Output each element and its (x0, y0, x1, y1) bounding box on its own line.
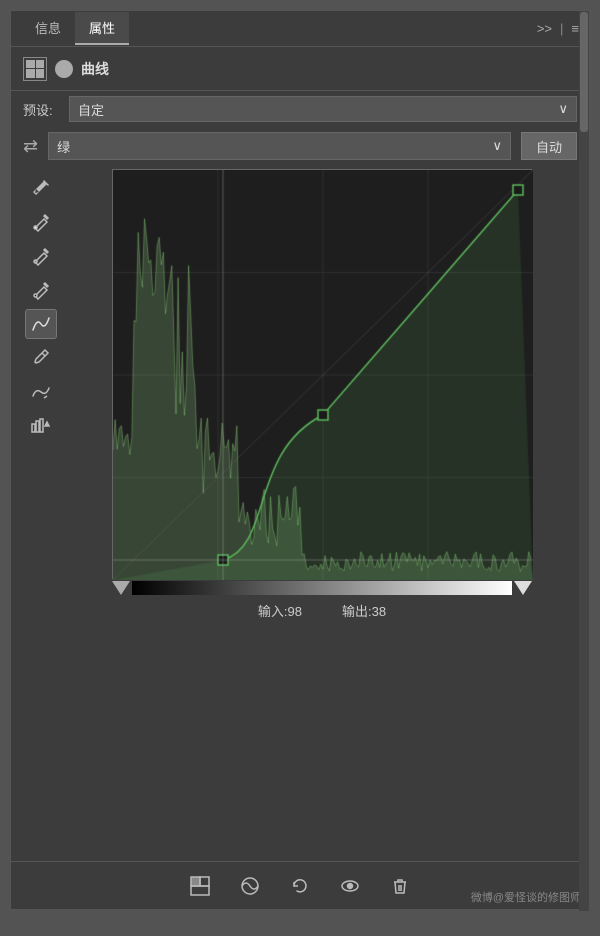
channel-arrow-icon: ∨ (492, 138, 502, 154)
reset-button[interactable] (285, 871, 315, 901)
menu-icon[interactable]: ≡ (571, 21, 579, 36)
scrollbar[interactable] (579, 11, 589, 911)
curve-title-row: 曲线 (11, 47, 589, 91)
levels-warning-tool[interactable] (25, 411, 57, 441)
pencil-tool[interactable] (25, 343, 57, 373)
eyedropper-gray-tool[interactable] (25, 241, 57, 271)
watermark: 微博@爱怪谈的修图师 (471, 889, 581, 905)
tabs-row: 信息 属性 >> | ≡ (11, 11, 589, 47)
preset-row: 预设: 自定 ∨ (11, 91, 589, 127)
curve-canvas[interactable] (112, 169, 532, 579)
preset-value: 自定 (78, 100, 104, 119)
tools-column (19, 169, 63, 857)
eyedropper-black-tool[interactable] (25, 275, 57, 305)
white-point-slider[interactable] (514, 581, 532, 595)
tab-info[interactable]: 信息 (21, 12, 75, 45)
adjustment-grid-icon[interactable] (23, 57, 47, 81)
curve-title: 曲线 (81, 59, 109, 79)
eye-button[interactable] (335, 871, 365, 901)
tab-properties[interactable]: 属性 (75, 12, 129, 45)
preset-arrow-icon: ∨ (558, 101, 568, 117)
preset-label: 预设: (23, 100, 59, 119)
scrollbar-thumb[interactable] (580, 12, 588, 132)
channel-value: 绿 (57, 137, 70, 156)
gradient-bar (132, 581, 512, 595)
auto-button[interactable]: 自动 (521, 132, 577, 160)
input-value: 输入:98 (258, 601, 302, 620)
channel-select[interactable]: 绿 ∨ (48, 132, 511, 160)
gradient-bar-row (112, 581, 532, 595)
sample-tool[interactable] (25, 173, 57, 203)
channel-row: ⇄ 绿 ∨ 自动 (11, 127, 589, 165)
curve-area: 输入:98 输出:38 (63, 169, 581, 857)
mask-circle-icon[interactable] (55, 60, 73, 78)
delete-button[interactable] (385, 871, 415, 901)
expand-icon[interactable]: >> (537, 21, 552, 36)
main-area: 输入:98 输出:38 (11, 165, 589, 861)
stamp-button[interactable] (185, 871, 215, 901)
channel-swap-icon[interactable]: ⇄ (23, 136, 38, 157)
smooth-tool[interactable] (25, 377, 57, 407)
io-row: 输入:98 输出:38 (112, 601, 532, 620)
output-value: 输出:38 (342, 601, 386, 620)
preset-select[interactable]: 自定 ∨ (69, 96, 577, 122)
eyedropper-white-tool[interactable] (25, 207, 57, 237)
curve-tool[interactable] (25, 309, 57, 339)
visibility-circle-button[interactable] (235, 871, 265, 901)
black-point-slider[interactable] (112, 581, 130, 595)
